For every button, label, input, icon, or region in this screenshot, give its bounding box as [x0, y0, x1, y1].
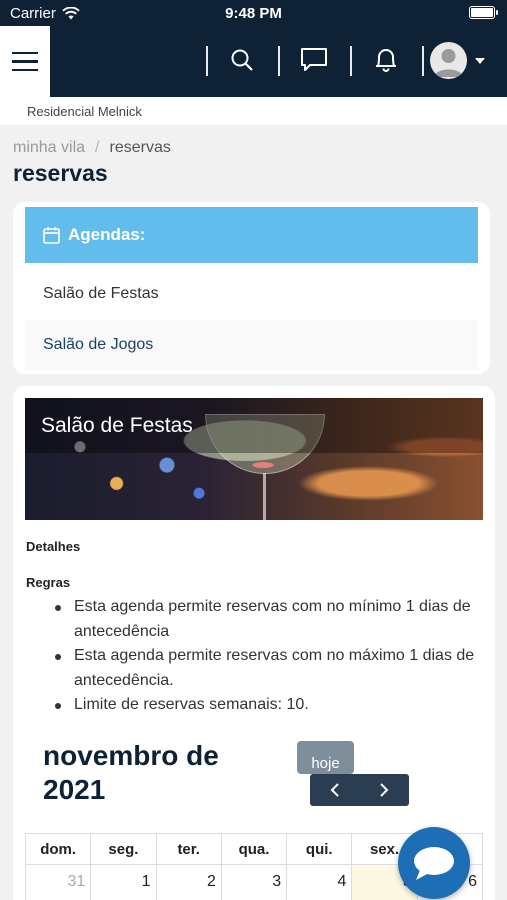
prev-month-button[interactable] [310, 774, 360, 806]
calendar-nav [310, 774, 409, 806]
rules-label: Regras [26, 575, 71, 590]
cocktail-stem-graphic [263, 473, 266, 520]
chevron-left-icon [330, 783, 339, 797]
breadcrumb-parent[interactable]: minha vila [13, 139, 85, 156]
header-divider [350, 46, 352, 76]
agenda-detail-card: Salão de Festas Detalhes Regras Esta age… [13, 386, 495, 900]
agenda-item-salao-de-jogos[interactable]: Salão de Jogos [25, 320, 478, 370]
calendar-icon [43, 227, 60, 244]
weekday-header: qua. [220, 833, 288, 865]
rule-item: Esta agenda permite reservas com no máxi… [55, 644, 485, 693]
menu-button[interactable] [0, 26, 50, 97]
agenda-banner-image: Salão de Festas [25, 398, 483, 520]
status-bar: Carrier 9:48 PM [0, 0, 507, 26]
rule-item: Esta agenda permite reservas com no míni… [55, 595, 485, 644]
agenda-item-salao-de-festas[interactable]: Salão de Festas [25, 269, 478, 319]
header-divider [422, 46, 424, 76]
chevron-down-icon[interactable] [475, 58, 485, 64]
menu-icon [12, 51, 38, 55]
calendar-day[interactable]: 3 [220, 864, 288, 900]
messages-button[interactable] [299, 44, 329, 76]
chat-floating-button[interactable] [398, 827, 470, 899]
weekday-header: dom. [24, 833, 92, 865]
notifications-button[interactable] [371, 44, 401, 76]
calendar-month-title: novembro de 2021 [43, 740, 219, 805]
agendas-card: Agendas: Salão de Festas Salão de Jogos [13, 202, 490, 374]
clock: 9:48 PM [225, 5, 282, 22]
next-month-button[interactable] [360, 774, 410, 806]
chevron-right-icon [380, 783, 389, 797]
today-button[interactable]: hoje [297, 741, 354, 774]
chat-icon [301, 48, 327, 71]
battery-icon [469, 6, 498, 19]
chat-bubble-icon [414, 847, 454, 880]
weekday-header: seg. [90, 833, 157, 865]
condo-name: Residencial Melnick [0, 97, 507, 125]
details-label: Detalhes [26, 539, 81, 554]
app-header [0, 26, 507, 97]
breadcrumb-separator: / [95, 139, 100, 156]
rules-list: Esta agenda permite reservas com no míni… [55, 595, 485, 718]
breadcrumb: minha vila / reservas [13, 139, 171, 157]
banner-title: Salão de Festas [41, 414, 193, 437]
rule-item: Limite de reservas semanais: 10. [55, 693, 485, 718]
breadcrumb-current: reservas [109, 139, 171, 156]
header-divider [206, 46, 208, 76]
page-title: reservas [13, 160, 108, 186]
weekday-header: qui. [286, 833, 353, 865]
agendas-heading: Agendas: [68, 225, 146, 244]
avatar[interactable] [430, 42, 467, 79]
bell-icon [376, 49, 396, 72]
user-icon [434, 49, 463, 77]
agendas-header: Agendas: [25, 207, 478, 263]
calendar-day[interactable]: 31 [24, 864, 92, 900]
calendar-day[interactable]: 2 [155, 864, 222, 900]
search-icon [231, 49, 253, 71]
calendar-day[interactable]: 4 [286, 864, 353, 900]
calendar-day[interactable]: 1 [90, 864, 157, 900]
header-divider [278, 46, 280, 76]
weekday-header: ter. [155, 833, 222, 865]
search-button[interactable] [227, 44, 257, 76]
